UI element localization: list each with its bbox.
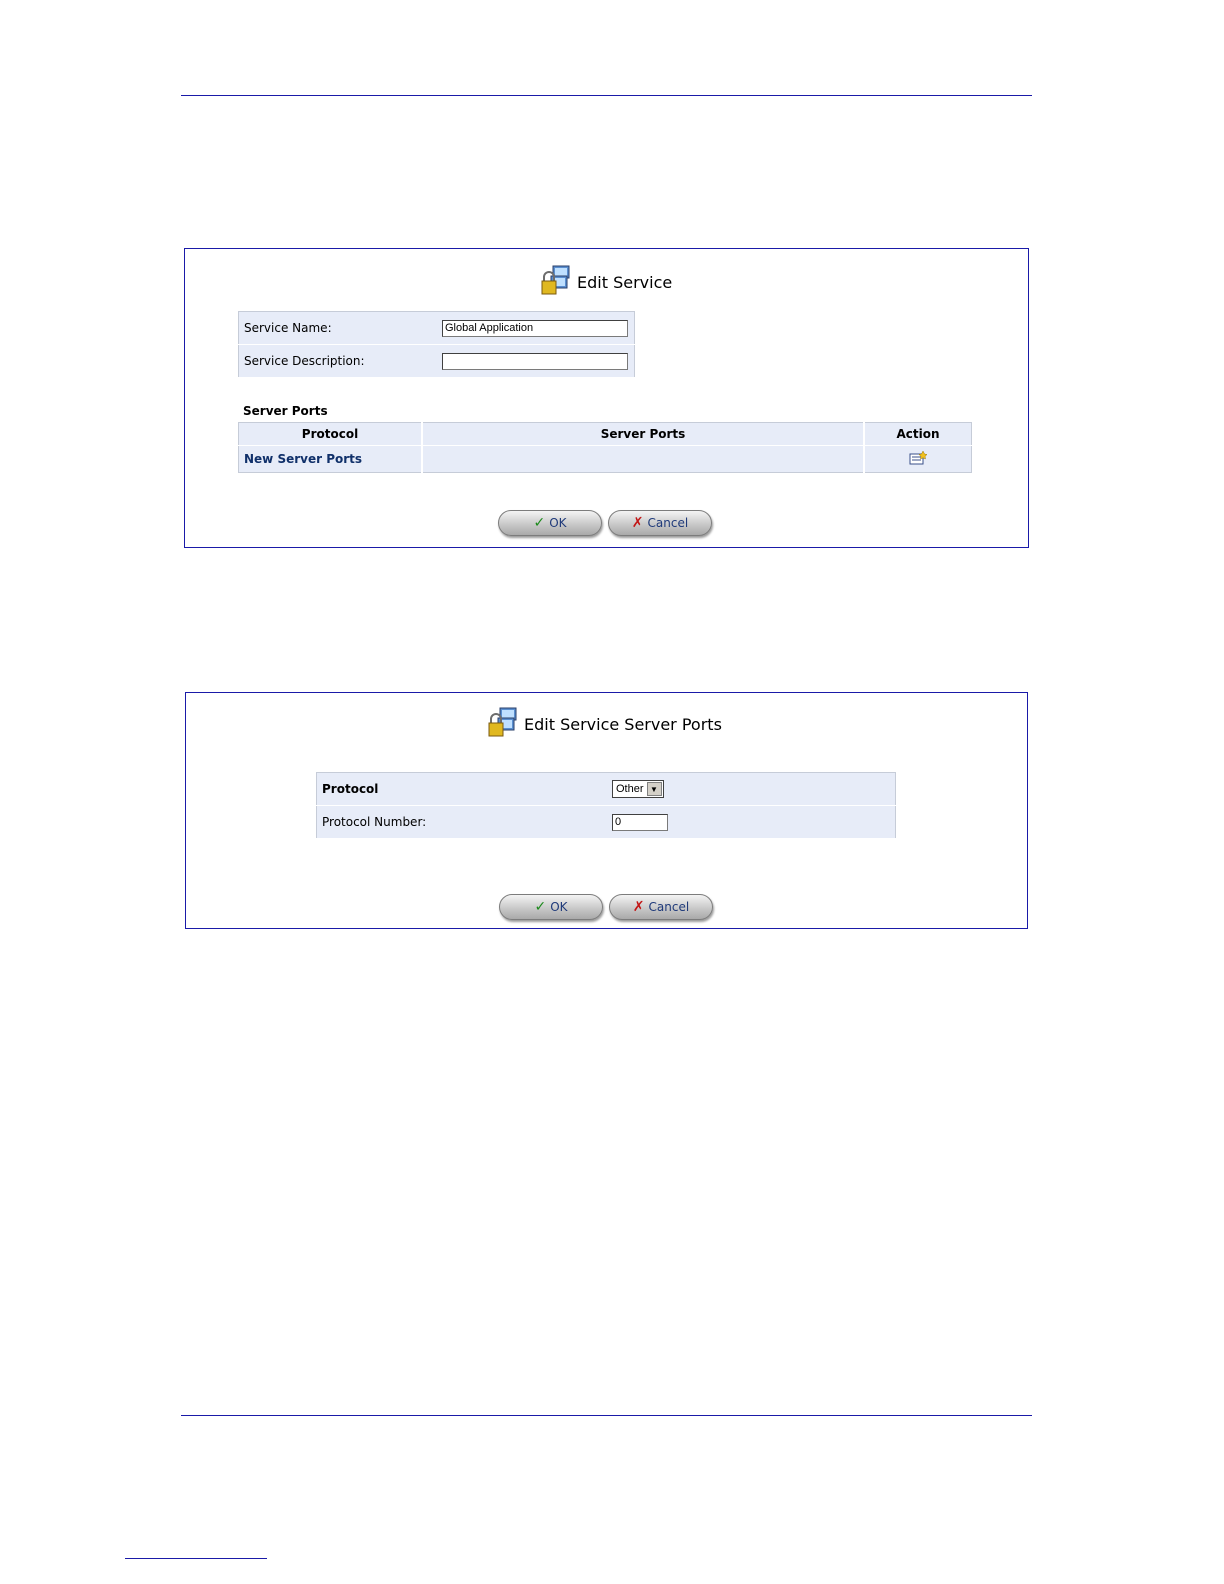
cancel-label: Cancel <box>647 516 689 530</box>
server-ports-cell <box>422 445 865 473</box>
column-header-server-ports: Server Ports <box>422 422 865 446</box>
ok-label: OK <box>550 900 568 914</box>
checkmark-icon: ✓ <box>533 515 546 531</box>
service-lock-icon <box>486 705 520 743</box>
server-ports-table: Protocol Server Ports Action New Server … <box>238 422 972 473</box>
service-lock-icon <box>539 263 573 301</box>
panel-title: Edit Service <box>577 272 673 292</box>
edit-server-ports-header: Edit Service Server Ports <box>486 705 722 743</box>
new-entry-icon[interactable] <box>909 449 928 468</box>
table-row: New Server Ports <box>238 445 972 473</box>
chevron-down-icon[interactable]: ▼ <box>646 782 662 796</box>
cancel-button[interactable]: ✗ Cancel <box>608 510 712 536</box>
cancel-button[interactable]: ✗ Cancel <box>609 894 713 920</box>
service-name-label: Service Name: <box>238 311 437 345</box>
footer-rule <box>181 1415 1032 1416</box>
protocol-label: Protocol <box>316 772 607 806</box>
column-header-protocol: Protocol <box>238 422 423 446</box>
protocol-number-label: Protocol Number: <box>316 805 607 839</box>
new-server-ports-link[interactable]: New Server Ports <box>244 452 362 466</box>
cancel-label: Cancel <box>648 900 690 914</box>
service-name-input[interactable] <box>442 319 628 337</box>
ok-button[interactable]: ✓ OK <box>499 894 603 920</box>
ok-button[interactable]: ✓ OK <box>498 510 602 536</box>
service-description-input[interactable] <box>442 352 628 370</box>
server-ports-form-table: Protocol Other ▼ Protocol Number: <box>316 772 896 839</box>
column-header-action: Action <box>896 427 940 441</box>
protocol-select[interactable]: Other ▼ <box>612 780 664 798</box>
server-ports-section-label: Server Ports <box>243 404 328 418</box>
cross-icon: ✗ <box>631 515 644 531</box>
checkmark-icon: ✓ <box>534 899 547 915</box>
cross-icon: ✗ <box>632 899 645 915</box>
panel-title: Edit Service Server Ports <box>524 714 722 734</box>
edit-server-ports-panel: Edit Service Server Ports Protocol Other… <box>185 692 1028 929</box>
service-description-label: Service Description: <box>238 344 437 378</box>
protocol-select-value: Other <box>616 783 644 795</box>
protocol-number-input[interactable] <box>612 813 668 831</box>
edit-service-header: Edit Service <box>539 263 672 301</box>
ok-label: OK <box>549 516 567 530</box>
footnote-rule <box>125 1558 267 1559</box>
header-rule <box>181 95 1032 96</box>
service-form-table: Service Name: Service Description: <box>238 311 635 378</box>
edit-service-panel: Edit Service Service Name: Service Descr… <box>184 248 1029 548</box>
